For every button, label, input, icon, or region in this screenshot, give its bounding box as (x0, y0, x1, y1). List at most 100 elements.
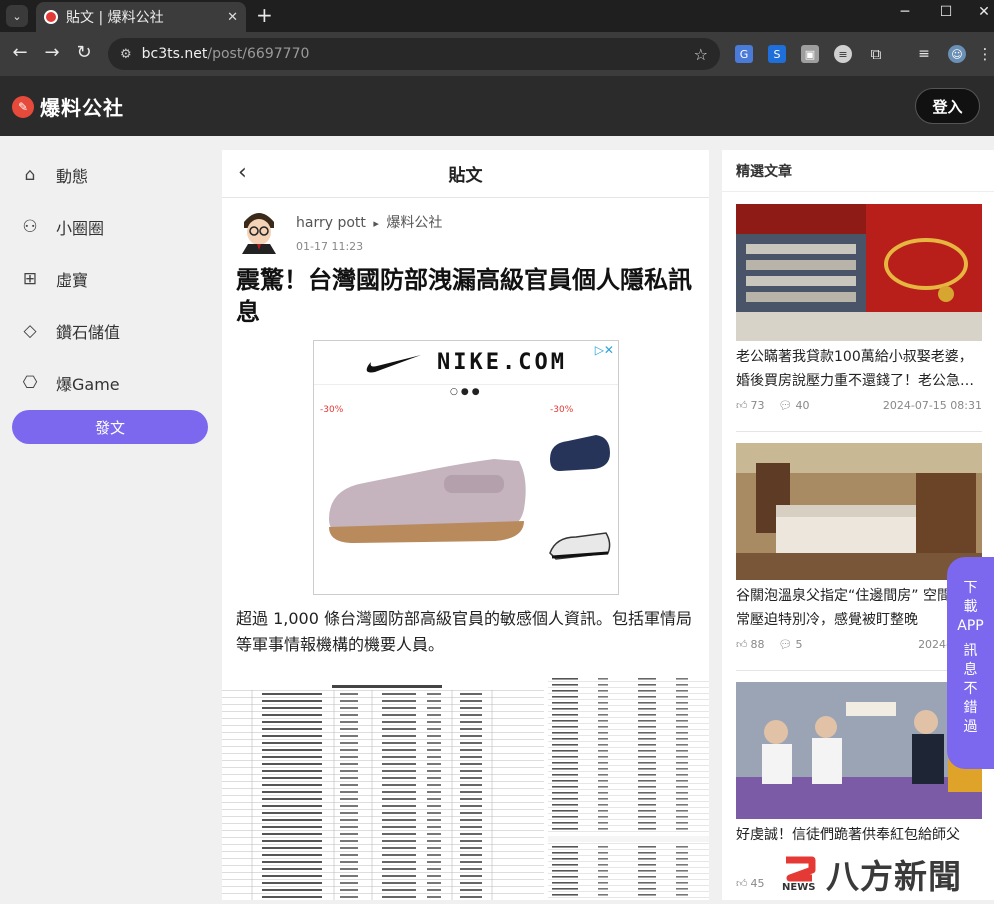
article-title[interactable]: 谷關泡溫泉父指定“住邊間房” 空間卻異常壓迫特別冷，感覺被盯整晚 (736, 584, 982, 632)
tab-close-icon[interactable]: ✕ (227, 10, 238, 25)
comment-count: 5 (795, 638, 803, 651)
download-app-banner[interactable]: 下 載 APP 訊 息 不 錯 過 (947, 557, 994, 769)
nav-item-label: 小圈圈 (56, 219, 105, 238)
app-banner-text: 錯 (963, 700, 978, 716)
url-host: bc3ts.net (141, 46, 208, 62)
favicon-icon (44, 10, 58, 24)
url-path: /post/6697770 (207, 46, 310, 62)
gamepad-icon: ⎔ (22, 373, 38, 393)
extensions-puzzle-icon[interactable]: ⧉ (867, 45, 885, 63)
window-close-icon[interactable]: ✕ (972, 4, 994, 20)
chat-extension-icon[interactable]: ≡ (834, 45, 852, 63)
bookmark-star-icon[interactable]: ☆ (694, 45, 708, 64)
app-banner-text: 訊 (963, 643, 978, 659)
author-block: harry pott ▸ 爆料公社 01-17 11:23 (238, 208, 442, 254)
back-chevron-icon[interactable]: ‹ (238, 160, 247, 185)
nav-item-groups[interactable]: ⚇ 小圈圈 (18, 212, 104, 242)
watermark-logo-icon: NEWS (782, 856, 820, 893)
app-banner-text: 不 (963, 681, 978, 697)
post-panel: ‹ 貼文 harry pott ▸ 爆料公社 01-17 11:23 震驚！台灣… (222, 150, 709, 900)
site-logo[interactable]: ✎ 爆料公社 (12, 92, 124, 121)
nav-item-label: 虛寶 (56, 271, 89, 290)
translate-extension-icon[interactable]: G (735, 45, 753, 63)
featured-article[interactable]: 谷關泡溫泉父指定“住邊間房” 空間卻異常壓迫特別冷，感覺被盯整晚 👍︎ 88 💬… (736, 443, 982, 651)
ad-shoe-thumb (550, 435, 610, 471)
news-watermark: NEWS 八方新聞 (782, 850, 962, 898)
nav-item-diamond[interactable]: ◇ 鑽石儲值 (18, 316, 120, 346)
ad-brand: NIKE.COM (437, 350, 567, 375)
maximize-icon[interactable]: ☐ (934, 4, 958, 20)
post-body: 超過 1,000 條台灣國防部高級官員的敏感個人資訊。包括軍情局等軍事情報機構的… (236, 609, 692, 654)
like-count: 73 (750, 399, 765, 412)
browser-tab[interactable]: 貼文 | 爆料公社 ✕ (36, 2, 246, 32)
comment-icon[interactable]: 💬︎ (779, 638, 793, 651)
like-count: 88 (750, 638, 765, 651)
nav-item-feed[interactable]: ⌂ 動態 (18, 160, 88, 190)
app-banner-text: 息 (963, 662, 978, 678)
comment-icon[interactable]: 💬︎ (779, 399, 793, 412)
ad-choices-icon[interactable]: ▷✕ (595, 343, 614, 357)
group-icon: ⚇ (22, 217, 38, 237)
divider (736, 431, 982, 432)
media-control-icon[interactable]: ≡ (915, 45, 933, 63)
featured-title: 精選文章 (722, 150, 994, 192)
board-name[interactable]: 爆料公社 (386, 215, 442, 231)
nav-item-store[interactable]: ⊞ 虛寶 (18, 264, 88, 294)
page-title: 貼文 (448, 166, 483, 186)
post-title: 震驚！台灣國防部洩漏高級官員個人隱私訊息 (236, 266, 692, 326)
featured-article[interactable]: 老公瞞著我貸款100萬給小叔娶老婆，婚後買房說壓力重不還錢了！老公急… 👍︎ 7… (736, 204, 982, 412)
thumbs-up-icon[interactable]: 👍︎ (736, 638, 748, 651)
app-banner-text: 過 (963, 719, 978, 735)
article-thumbnail[interactable] (736, 204, 982, 341)
browser-menu-icon[interactable]: ⋮ (976, 45, 994, 63)
nav-item-label: 動態 (56, 167, 89, 186)
s-extension-icon[interactable]: S (768, 45, 786, 63)
comment-count: 40 (795, 399, 810, 412)
store-icon: ⊞ (22, 269, 38, 289)
article-thumbnail[interactable] (736, 682, 982, 819)
arrow-right-icon: ▸ (373, 217, 379, 230)
author-info: harry pott ▸ 爆料公社 01-17 11:23 (296, 208, 442, 254)
watermark-small-text: NEWS (782, 882, 816, 893)
nav-item-game[interactable]: ⎔ 爆Game (18, 368, 120, 398)
post-timestamp: 01-17 11:23 (296, 240, 364, 253)
logo-icon: ✎ (12, 95, 34, 118)
advertisement[interactable]: NIKE.COM ▷✕ ○●● -30% -30% (313, 340, 619, 595)
author-name[interactable]: harry pott (296, 215, 366, 231)
article-meta: 👍︎ 73 💬︎ 40 2024-07-15 08:31 (736, 399, 982, 412)
app-banner-text: APP (957, 618, 984, 634)
post-image-document[interactable] (222, 684, 544, 900)
tab-search-chevron-icon[interactable]: ⌄ (6, 5, 28, 27)
ad-carousel-dots[interactable]: ○●● (450, 387, 483, 397)
article-meta: 👍︎ 88 💬︎ 5 2024-08-24 (736, 638, 982, 651)
left-sidebar: ⌂ 動態 ⚇ 小圈圈 ⊞ 虛寶 ◇ 鑽石儲值 ⎔ 爆Game 發文 (0, 136, 222, 900)
post-image-document[interactable] (548, 676, 709, 900)
thumbs-up-icon[interactable]: 👍︎ (736, 877, 748, 890)
new-tab-icon[interactable]: + (256, 3, 273, 27)
tab-title: 貼文 | 爆料公社 (66, 10, 164, 26)
divider (736, 670, 982, 671)
article-title[interactable]: 老公瞞著我貸款100萬給小叔娶老婆，婚後買房說壓力重不還錢了！老公急… (736, 345, 982, 393)
reload-icon[interactable]: ↻ (72, 42, 96, 63)
diamond-icon: ◇ (23, 321, 37, 341)
ad-shoe-image (329, 459, 526, 543)
thumbs-up-icon[interactable]: 👍︎ (736, 399, 748, 412)
back-arrow-icon[interactable]: ← (8, 42, 32, 63)
nav-item-label: 鑽石儲值 (56, 323, 121, 342)
like-count: 45 (750, 877, 765, 890)
watermark-text: 八方新聞 (826, 857, 962, 896)
browser-toolbar: ← → ↻ ⚙ bc3ts.net /post/6697770 ☆ G S ▣ … (0, 32, 994, 76)
article-thumbnail[interactable] (736, 443, 982, 580)
app-banner-text: 載 (963, 599, 978, 615)
site-info-icon[interactable]: ⚙ (120, 47, 132, 62)
login-button[interactable]: 登入 (915, 88, 980, 124)
new-post-button[interactable]: 發文 (12, 410, 208, 444)
address-bar[interactable]: ⚙ bc3ts.net /post/6697770 ☆ (108, 38, 720, 70)
author-line: harry pott ▸ 爆料公社 (296, 212, 442, 232)
minimize-icon[interactable]: ─ (893, 4, 917, 20)
profile-avatar-icon[interactable]: ☺ (948, 45, 966, 63)
avatar[interactable] (238, 208, 280, 254)
image-extension-icon[interactable]: ▣ (801, 45, 819, 63)
forward-arrow-icon[interactable]: → (40, 42, 64, 63)
ad-shoe-thumb (549, 532, 611, 560)
